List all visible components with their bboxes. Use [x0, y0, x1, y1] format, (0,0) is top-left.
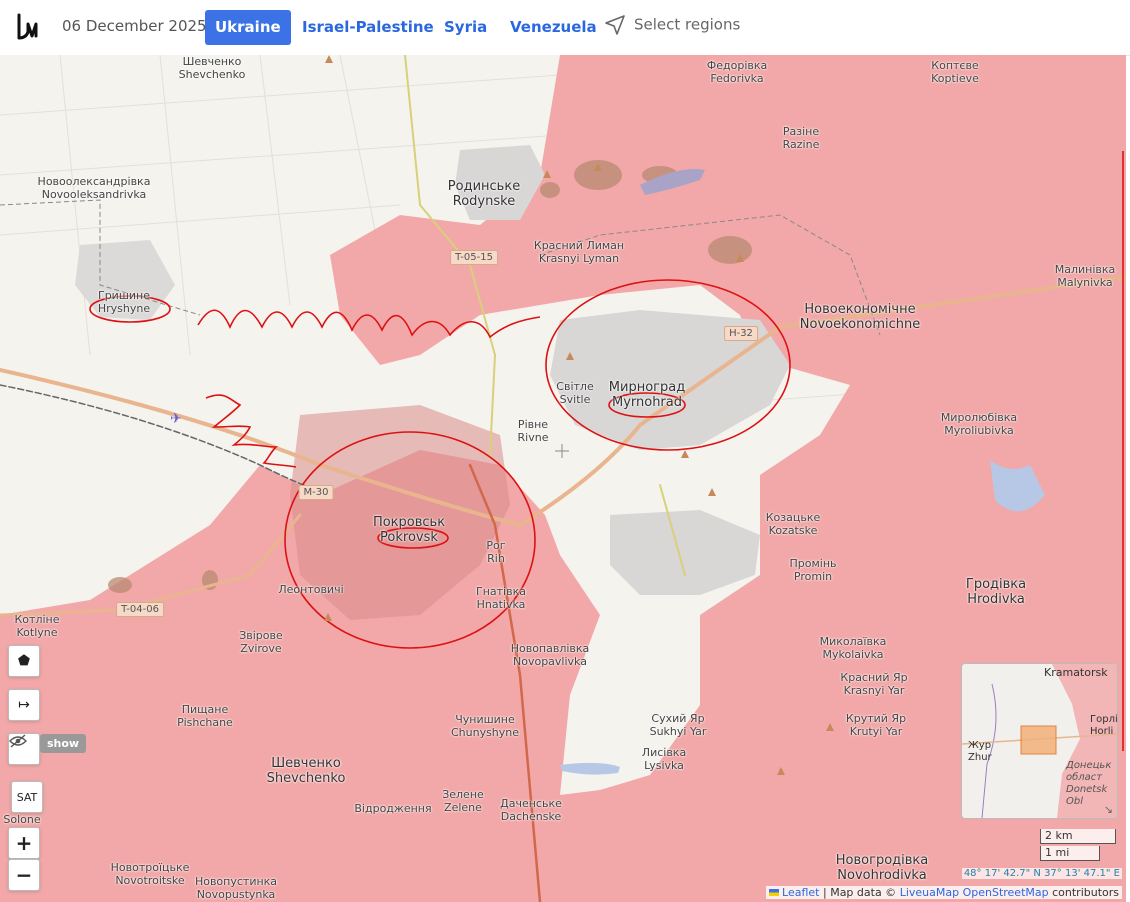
map-label-hnativka: Гнатівка Hnativka	[476, 585, 526, 611]
map-label-zelene: Зелене Zelene	[442, 788, 484, 814]
zoom-out-button[interactable]: −	[8, 859, 40, 891]
map-graphics: ✈	[0, 55, 1126, 902]
minimap-collapse-icon[interactable]: ↘	[1104, 803, 1113, 816]
map-label-koptieve: Коптєве Koptieve	[931, 59, 979, 85]
liveuamap-link[interactable]: LiveuaMap	[900, 886, 959, 899]
map-label-myrnohrad: Мирноград Myrnohrad	[608, 380, 686, 410]
current-date[interactable]: 06 December 2025	[62, 17, 207, 35]
scale-km: 2 km	[1040, 829, 1116, 844]
tab-syria[interactable]: Syria	[434, 10, 497, 45]
ukraine-flag-icon	[769, 889, 780, 896]
select-regions-label: Select regions	[634, 15, 741, 34]
zoom-in-button[interactable]: +	[8, 827, 40, 859]
road-shield-h-32: H-32	[724, 326, 758, 341]
cursor-coordinates: 48° 17' 42.7" N 37° 13' 47.1" E	[961, 868, 1122, 879]
map-label-pokrovsk: Покровськ Pokrovsk	[372, 515, 446, 545]
map-label-malynivka: Малинівка Malynivka	[1054, 263, 1116, 289]
map-label-novoekonomichne: Новоекономічне Novoekonomichne	[799, 302, 921, 332]
map-label-rih: Рог Rih	[486, 539, 506, 565]
map-label-chunyshyne: Чунишине Chunyshyne	[450, 713, 520, 739]
map-label-shevchenko-south: Шевченко Shevchenko	[266, 756, 346, 786]
map-label-novooleksandrivka: Новоолександрівка Novooleksandrivka	[37, 175, 151, 201]
scale-mi: 1 mi	[1040, 846, 1100, 861]
map-label-hryshyne: Гришине Hryshyne	[97, 289, 151, 315]
map-label-krutyi-yar: Крутий Яр Krutyi Yar	[845, 712, 907, 738]
map-label-novohrodivka: Новогродівка Novohrodivka	[835, 853, 929, 883]
map-label-lysivka: Лисівка Lysivka	[641, 746, 687, 772]
road-shield-t-05-15: T-05-15	[450, 250, 498, 265]
map-label-solone: Solone	[3, 813, 41, 826]
map-label-promin: Промінь Promin	[789, 557, 837, 583]
measure-button[interactable]: ↦	[8, 689, 40, 721]
liveuamap-logo[interactable]	[14, 12, 42, 46]
measure-arrow-icon: ↦	[18, 697, 30, 713]
map-label-novopustynka: Новопустинка Novopustynka	[194, 875, 278, 901]
map-label-shevchenko-north: Шевченко Shevchenko	[178, 55, 246, 81]
hide-layers-button[interactable]	[8, 733, 40, 765]
road-shield-m-30: M-30	[298, 485, 334, 500]
map-label-hrodivka: Гродівка Hrodivka	[965, 577, 1027, 607]
map-label-vidrodzhennia: Відродження	[354, 802, 432, 815]
leaflet-link[interactable]: Leaflet	[782, 886, 819, 899]
minimap-label-donetsk-oblast: Донецьк област Donetsk Obl	[1066, 760, 1112, 807]
openstreetmap-link[interactable]: OpenStreetMap	[963, 886, 1049, 899]
map-label-novopavlivka: Новопавлівка Novopavlivka	[510, 642, 590, 668]
select-regions-button[interactable]: Select regions	[604, 14, 740, 36]
minimap-label-horlivka: Горлі Horli	[1090, 714, 1118, 737]
minimap-label-kramatorsk: Kramatorsk	[1044, 666, 1108, 679]
airport-icon: ✈	[170, 411, 182, 427]
map-label-mykolaivka: Миколаївка Mykolaivka	[819, 635, 887, 661]
map-label-dachenske: Даченське Dachenske	[500, 797, 562, 823]
map-label-novotroitske: Новотроїцьке Novotroitske	[110, 861, 190, 887]
draw-polygon-button[interactable]: ⬟	[8, 645, 40, 677]
minimap[interactable]: Kramatorsk Горлі Horli Жур Zhur Донецьк обл…	[961, 663, 1118, 819]
map-label-myroliubivka: Миролюбівка Myroliubivka	[940, 411, 1018, 437]
map-canvas[interactable]: ✈ Шевченко Shevchenko Федорівка Fedorivka …	[0, 55, 1126, 902]
side-scrollbar[interactable]	[1122, 151, 1124, 751]
road-shield-t-04-06: T-04-06	[116, 602, 164, 617]
map-label-krasnyi-yar: Красний Яр Krasnyi Yar	[840, 671, 908, 697]
map-label-leontovychi: Леонтовичі	[278, 583, 344, 596]
minimap-label-zhur: Жур Zhur	[968, 740, 992, 763]
show-button[interactable]: show	[40, 734, 87, 753]
map-label-kozatske: Козацьке Kozatske	[765, 511, 821, 537]
map-label-pishchane: Пищане Pishchane	[177, 703, 233, 729]
map-label-zvirove: Звірове Zvirove	[239, 629, 283, 655]
tab-ukraine[interactable]: Ukraine	[205, 10, 291, 45]
map-label-kotlyne: Котліне Kotlyne	[14, 613, 60, 639]
top-bar: 06 December 2025 Ukraine Israel-Palestin…	[0, 0, 1130, 56]
polygon-icon: ⬟	[17, 653, 31, 669]
map-label-rivne: Рівне Rivne	[517, 418, 549, 444]
map-label-fedorivka: Федорівка Fedorivka	[706, 59, 768, 85]
map-attribution: Leaflet | Map data © LiveuaMap OpenStree…	[766, 886, 1122, 899]
map-label-rodynske: Родинське Rodynske	[447, 179, 521, 209]
map-label-sukhyi-yar: Сухий Яр Sukhyi Yar	[649, 712, 707, 738]
map-label-razine: Разіне Razine	[782, 125, 820, 151]
tab-israel-palestine[interactable]: Israel-Palestine	[292, 10, 444, 45]
tab-venezuela[interactable]: Venezuela	[500, 10, 607, 45]
map-label-svitle: Світле Svitle	[556, 380, 594, 406]
satellite-toggle-button[interactable]: SAT	[11, 781, 43, 813]
eye-off-icon	[9, 734, 27, 748]
navigation-arrow-icon	[605, 15, 625, 35]
map-label-krasnyi-lyman: Красний Лиман Krasnyi Lyman	[533, 239, 625, 265]
